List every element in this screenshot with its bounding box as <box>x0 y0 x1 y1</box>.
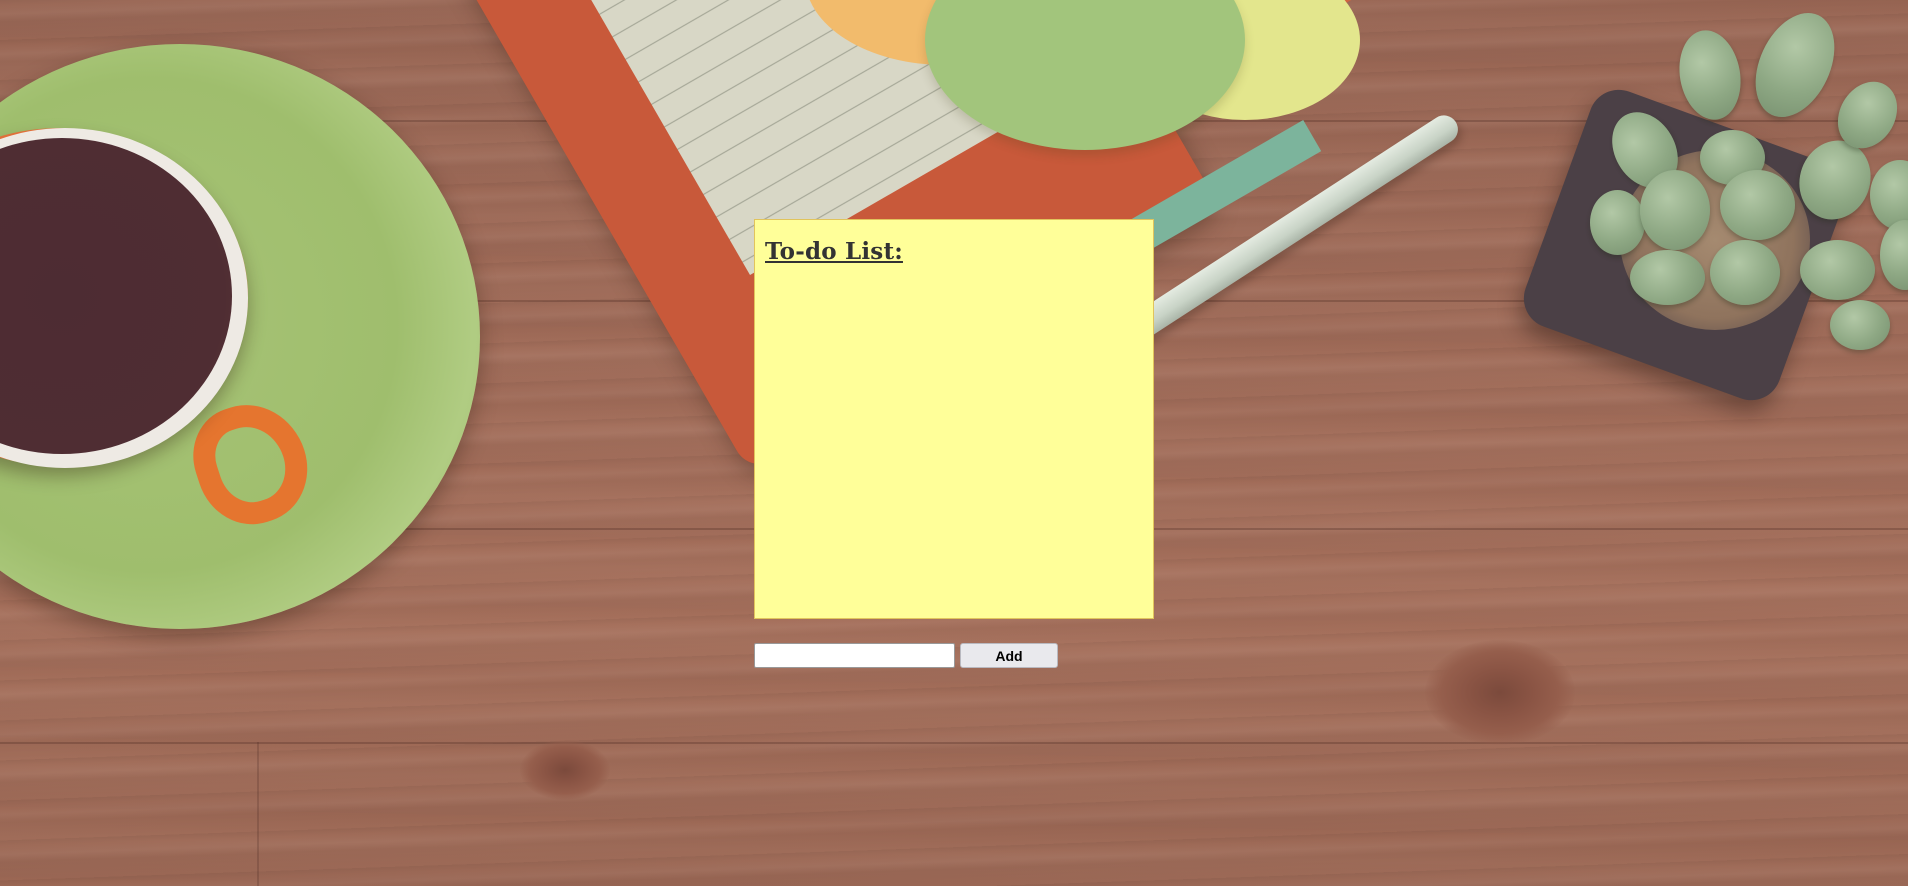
add-item-form: Add <box>754 643 1058 668</box>
todo-input[interactable] <box>754 643 955 668</box>
note-title: To-do List: <box>765 238 903 265</box>
add-button[interactable]: Add <box>960 643 1058 668</box>
todo-note: To-do List: <box>754 219 1154 619</box>
